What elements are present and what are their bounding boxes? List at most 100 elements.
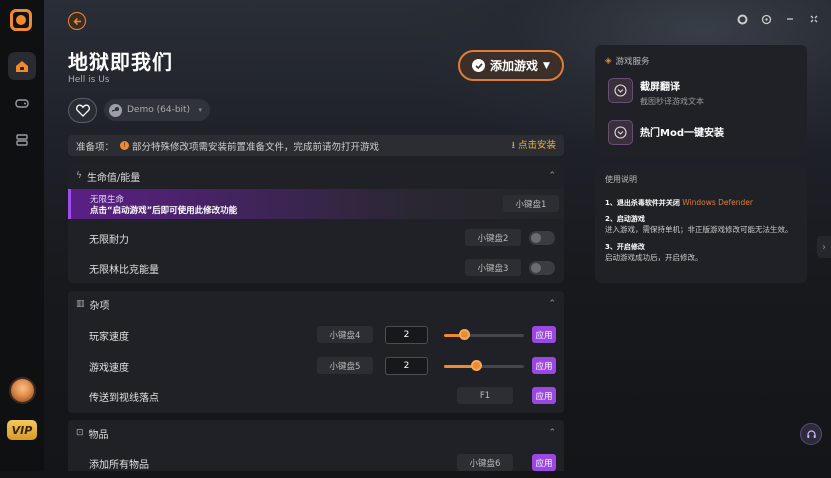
game-subtitle: Hell is Us: [68, 75, 110, 85]
hotkey-button[interactable]: 小键盘5: [317, 357, 373, 374]
add-game-button[interactable]: 添加游戏 ▼: [458, 50, 564, 81]
grid-icon: ▥: [76, 299, 85, 309]
service-screenshot-translate[interactable]: 截屏翻译截图秒译游戏文本: [608, 78, 704, 107]
usage-title: 使用说明: [605, 175, 637, 184]
step-title: 2、启动游戏: [605, 215, 645, 224]
gamepad-icon: [15, 99, 29, 108]
section-title: 物品: [88, 429, 109, 441]
steam-icon: [109, 103, 122, 117]
cheat-toggle[interactable]: [529, 261, 555, 275]
storage-button[interactable]: [8, 126, 36, 154]
vip-badge[interactable]: VIP: [7, 420, 37, 440]
hotkey-button[interactable]: 小键盘3: [465, 259, 521, 276]
record-icon[interactable]: [735, 12, 749, 26]
apply-button[interactable]: 应用: [532, 387, 556, 404]
headset-icon: [806, 429, 816, 438]
add-game-label: 添加游戏: [490, 59, 539, 73]
cheat-row: 添加所有物品 小键盘6 应用: [68, 448, 564, 478]
box-icon: ⊡: [76, 428, 84, 438]
cheat-label: 无限林比克能量: [89, 264, 159, 276]
step-title: 3、开启修改: [605, 243, 645, 252]
favorite-button[interactable]: [68, 98, 97, 123]
cheat-row: 无限耐力 小键盘2: [68, 223, 564, 253]
chevron-down-icon: ▾: [198, 106, 202, 114]
prep-label: 准备项：: [76, 141, 115, 153]
promo-text: 点击“启动游戏”后即可使用此修改功能: [90, 206, 238, 216]
prep-notice: 部分特殊修改项需安装前置准备文件，完成前请勿打开游戏: [132, 141, 380, 153]
home-icon: [16, 61, 28, 72]
support-button[interactable]: [800, 423, 822, 445]
section-misc: ▥ 杂项 ⌃ 玩家速度 小键盘4 2 应用 游戏速度 小键盘5 2 应用 传送到…: [68, 291, 564, 413]
minimize-icon[interactable]: [783, 12, 797, 26]
services-panel: ◈ 游戏服务 截屏翻译截图秒译游戏文本 热门Mod一键安装: [595, 45, 807, 157]
section-header[interactable]: ⊡ 物品 ⌃: [68, 420, 564, 446]
section-health: ϟ 生命值/能量 ⌃ 无限生命 点击“启动游戏”后即可使用此修改功能 小键盘1 …: [68, 163, 564, 283]
sidebar: VIP: [0, 0, 44, 471]
value-slider[interactable]: [444, 327, 524, 343]
plus-icon: [472, 59, 486, 72]
cheat-label: 传送到视线落点: [89, 392, 159, 404]
section-title: 杂项: [89, 300, 110, 312]
user-avatar[interactable]: [9, 377, 36, 404]
database-icon: [16, 134, 28, 146]
step-highlight: Windows Defender: [682, 197, 753, 207]
game-title: 地狱即我们: [68, 50, 173, 74]
chevron-right-icon: ›: [822, 241, 826, 253]
download-circle-icon: [608, 120, 633, 145]
prep-bar: 准备项： ! 部分特殊修改项需安装前置准备文件，完成前请勿打开游戏 ⭳ 点击安装: [68, 135, 564, 156]
lightning-icon: ϟ: [76, 171, 82, 181]
hotkey-button[interactable]: 小键盘6: [457, 454, 513, 471]
section-header[interactable]: ▥ 杂项 ⌃: [68, 291, 564, 317]
section-items: ⊡ 物品 ⌃ 添加所有物品 小键盘6 应用: [68, 420, 564, 471]
back-button[interactable]: [68, 12, 86, 30]
app-logo: [10, 9, 32, 31]
value-input[interactable]: 2: [385, 326, 428, 344]
cheat-row: 玩家速度 小键盘4 2 应用: [68, 320, 564, 350]
cheat-toggle[interactable]: [529, 231, 555, 245]
download-circle-icon: [608, 78, 633, 103]
services-title: ◈ 游戏服务: [605, 56, 650, 67]
install-link[interactable]: ⭳ 点击安装: [512, 137, 556, 154]
step-text: 启动游戏成功后，开启修改。: [605, 253, 703, 263]
chevron-up-icon: ⌃: [548, 428, 556, 438]
cheat-label: 游戏速度: [89, 362, 129, 374]
warning-icon: !: [120, 141, 130, 150]
heart-icon: [75, 104, 90, 117]
version-label: Demo (64-bit): [127, 105, 191, 115]
value-input[interactable]: 2: [385, 357, 428, 375]
window-controls: [735, 12, 821, 26]
close-icon[interactable]: [807, 12, 821, 26]
home-button[interactable]: [8, 52, 36, 80]
hotkey-button[interactable]: F1: [457, 387, 513, 404]
cheat-row: 传送到视线落点 F1 应用: [68, 381, 564, 411]
slider-knob[interactable]: [471, 360, 482, 371]
caret-down-icon: ▼: [543, 60, 550, 71]
cube-icon: ◈: [605, 56, 612, 66]
service-name: 截屏翻译: [640, 82, 680, 93]
games-button[interactable]: [8, 89, 36, 117]
slider-knob[interactable]: [459, 329, 470, 340]
cheat-label: 玩家速度: [89, 331, 129, 343]
value-slider[interactable]: [444, 358, 524, 374]
apply-button[interactable]: 应用: [532, 454, 556, 471]
service-mod-install[interactable]: 热门Mod一键安装: [608, 120, 724, 145]
cheat-label: 无限耐力: [89, 234, 129, 246]
step-text: 进入游戏，需保持单机；非正版游戏修改可能无法生效。: [605, 225, 793, 235]
cheat-row: 无限林比克能量 小键盘3: [68, 253, 564, 283]
cheat-label: 添加所有物品: [89, 459, 149, 471]
hotkey-button[interactable]: 小键盘2: [465, 229, 521, 246]
service-name: 热门Mod一键安装: [640, 128, 724, 139]
cheat-row: 游戏速度 小键盘5 2 应用: [68, 351, 564, 381]
apply-button[interactable]: 应用: [532, 357, 556, 374]
cheat-row-promo: 无限生命 点击“启动游戏”后即可使用此修改功能 小键盘1: [68, 189, 564, 219]
refresh-icon[interactable]: [759, 12, 773, 26]
hotkey-button[interactable]: 小键盘4: [317, 326, 373, 343]
arrow-left-icon: [72, 17, 81, 25]
version-select[interactable]: Demo (64-bit) ▾: [104, 99, 210, 121]
apply-button[interactable]: 应用: [532, 326, 556, 343]
service-desc: 截图秒译游戏文本: [640, 97, 704, 106]
section-title: 生命值/能量: [86, 172, 141, 184]
panel-expand-button[interactable]: ›: [817, 236, 831, 258]
hotkey-button[interactable]: 小键盘1: [503, 195, 559, 212]
section-header[interactable]: ϟ 生命值/能量 ⌃: [68, 163, 564, 189]
